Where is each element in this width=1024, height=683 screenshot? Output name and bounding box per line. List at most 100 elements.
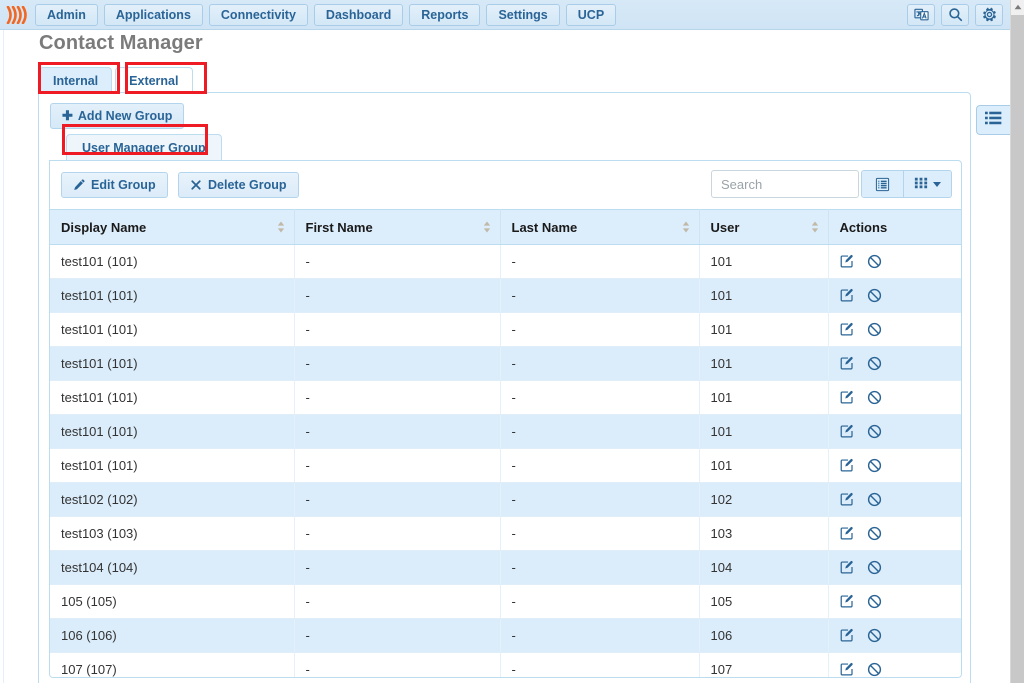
ban-icon[interactable] <box>867 560 882 575</box>
nav-dashboard-label: Dashboard <box>325 7 392 22</box>
edit-icon[interactable] <box>840 662 855 677</box>
ban-icon[interactable] <box>867 322 882 337</box>
table-header-row: Display Name First Name Last Name User A… <box>50 209 961 245</box>
ban-icon[interactable] <box>867 526 882 541</box>
cell-first-name: - <box>294 278 501 313</box>
column-header-first-name[interactable]: First Name <box>294 209 501 245</box>
column-header-last-name[interactable]: Last Name <box>500 209 700 245</box>
contact-manager-panel: ✚ Add New Group User Manager Group Edit … <box>38 92 971 683</box>
cell-user: 101 <box>699 448 829 483</box>
sort-arrows-icon <box>483 221 491 233</box>
row-action-group <box>840 662 953 677</box>
table-row[interactable]: test104 (104) - -104 <box>50 550 961 585</box>
cell-display-name: test102 (102) <box>50 482 295 517</box>
nav-admin[interactable]: Admin <box>35 3 98 26</box>
search-input[interactable] <box>711 170 859 198</box>
language-icon[interactable] <box>907 3 935 26</box>
column-header-display-name-label: Display Name <box>61 219 147 235</box>
cell-last-name: - <box>500 618 700 653</box>
tab-external-label: External <box>129 73 179 88</box>
cell-user: 102 <box>699 482 829 517</box>
edit-icon[interactable] <box>840 356 855 371</box>
edit-icon[interactable] <box>840 254 855 269</box>
list-view-icon[interactable] <box>862 171 903 197</box>
ban-icon[interactable] <box>867 288 882 303</box>
nav-settings[interactable]: Settings <box>486 3 560 26</box>
tab-external[interactable]: External <box>115 67 193 93</box>
ban-icon[interactable] <box>867 390 882 405</box>
ban-icon[interactable] <box>867 594 882 609</box>
table-row[interactable]: test102 (102) - -102 <box>50 482 961 517</box>
nav-reports[interactable]: Reports <box>409 3 481 26</box>
table-row[interactable]: test101 (101) - -101 <box>50 278 961 313</box>
edit-icon[interactable] <box>840 458 855 473</box>
table-row[interactable]: test101 (101) - -101 <box>50 312 961 347</box>
delete-group-button[interactable]: Delete Group <box>178 172 299 198</box>
cell-actions <box>828 618 961 653</box>
row-action-group <box>840 356 953 371</box>
table-row[interactable]: 107 (107) - -107 <box>50 652 961 677</box>
ban-icon[interactable] <box>867 254 882 269</box>
table-row[interactable]: test101 (101) - -101 <box>50 448 961 483</box>
row-action-group <box>840 254 953 269</box>
gear-icon[interactable] <box>975 3 1003 26</box>
edit-group-button[interactable]: Edit Group <box>61 172 168 198</box>
table-row[interactable]: test101 (101) - -101 <box>50 380 961 415</box>
ban-icon[interactable] <box>867 356 882 371</box>
table-row[interactable]: test103 (103) - -103 <box>50 516 961 551</box>
nav-ucp[interactable]: UCP <box>565 3 617 26</box>
edit-icon[interactable] <box>840 628 855 643</box>
scroll-up-icon[interactable] <box>1011 0 1024 14</box>
ban-icon[interactable] <box>867 458 882 473</box>
edit-icon[interactable] <box>840 288 855 303</box>
cell-user: 101 <box>699 346 829 381</box>
cell-display-name: test104 (104) <box>50 550 295 585</box>
edit-icon[interactable] <box>840 492 855 507</box>
table-row[interactable]: test101 (101) - -101 <box>50 414 961 449</box>
edit-icon[interactable] <box>840 526 855 541</box>
cell-display-name: test101 (101) <box>50 448 295 483</box>
edit-icon[interactable] <box>840 322 855 337</box>
table-row[interactable]: test101 (101) - -101 <box>50 346 961 381</box>
ban-icon[interactable] <box>867 424 882 439</box>
column-header-first-name-label: First Name <box>305 219 373 235</box>
table-row[interactable]: 106 (106) - -106 <box>50 618 961 653</box>
cell-first-name: - <box>294 516 501 551</box>
nav-admin-label: Admin <box>47 7 86 22</box>
cell-actions <box>828 414 961 449</box>
page-scrollbar[interactable] <box>1010 0 1024 683</box>
cell-actions <box>828 516 961 551</box>
column-header-display-name[interactable]: Display Name <box>50 209 295 245</box>
side-panel-toggle-button[interactable] <box>976 105 1010 135</box>
cell-first-name: - <box>294 312 501 347</box>
cell-last-name: - <box>500 448 700 483</box>
table-row[interactable]: test101 (101) - -101 <box>50 244 961 279</box>
column-chooser-button[interactable] <box>903 171 951 197</box>
cell-last-name: - <box>500 652 700 677</box>
nav-applications[interactable]: Applications <box>103 3 203 26</box>
ban-icon[interactable] <box>867 628 882 643</box>
table-row[interactable]: 105 (105) - -105 <box>50 584 961 619</box>
nav-connectivity[interactable]: Connectivity <box>208 3 308 26</box>
edit-icon[interactable] <box>840 424 855 439</box>
row-action-group <box>840 492 953 507</box>
tab-internal[interactable]: Internal <box>39 67 113 93</box>
row-action-group <box>840 390 953 405</box>
edit-icon[interactable] <box>840 594 855 609</box>
row-action-group <box>840 628 953 643</box>
add-new-group-button[interactable]: ✚ Add New Group <box>50 103 185 129</box>
nav-dashboard[interactable]: Dashboard <box>313 3 404 26</box>
column-header-user[interactable]: User <box>699 209 829 245</box>
contacts-table-wrapper[interactable]: Display Name First Name Last Name User A… <box>50 209 961 677</box>
ban-icon[interactable] <box>867 662 882 677</box>
edit-icon[interactable] <box>840 560 855 575</box>
sort-arrows-icon <box>811 221 819 233</box>
search-icon[interactable] <box>941 3 969 26</box>
edit-icon[interactable] <box>840 390 855 405</box>
nav-ucp-label: UCP <box>577 7 605 22</box>
freepbx-logo-icon[interactable] <box>4 0 32 30</box>
ban-icon[interactable] <box>867 492 882 507</box>
cell-display-name: test101 (101) <box>50 312 295 347</box>
group-tab-user-manager-group[interactable]: User Manager Group <box>66 134 222 161</box>
scrollbar-thumb[interactable] <box>1011 15 1024 683</box>
